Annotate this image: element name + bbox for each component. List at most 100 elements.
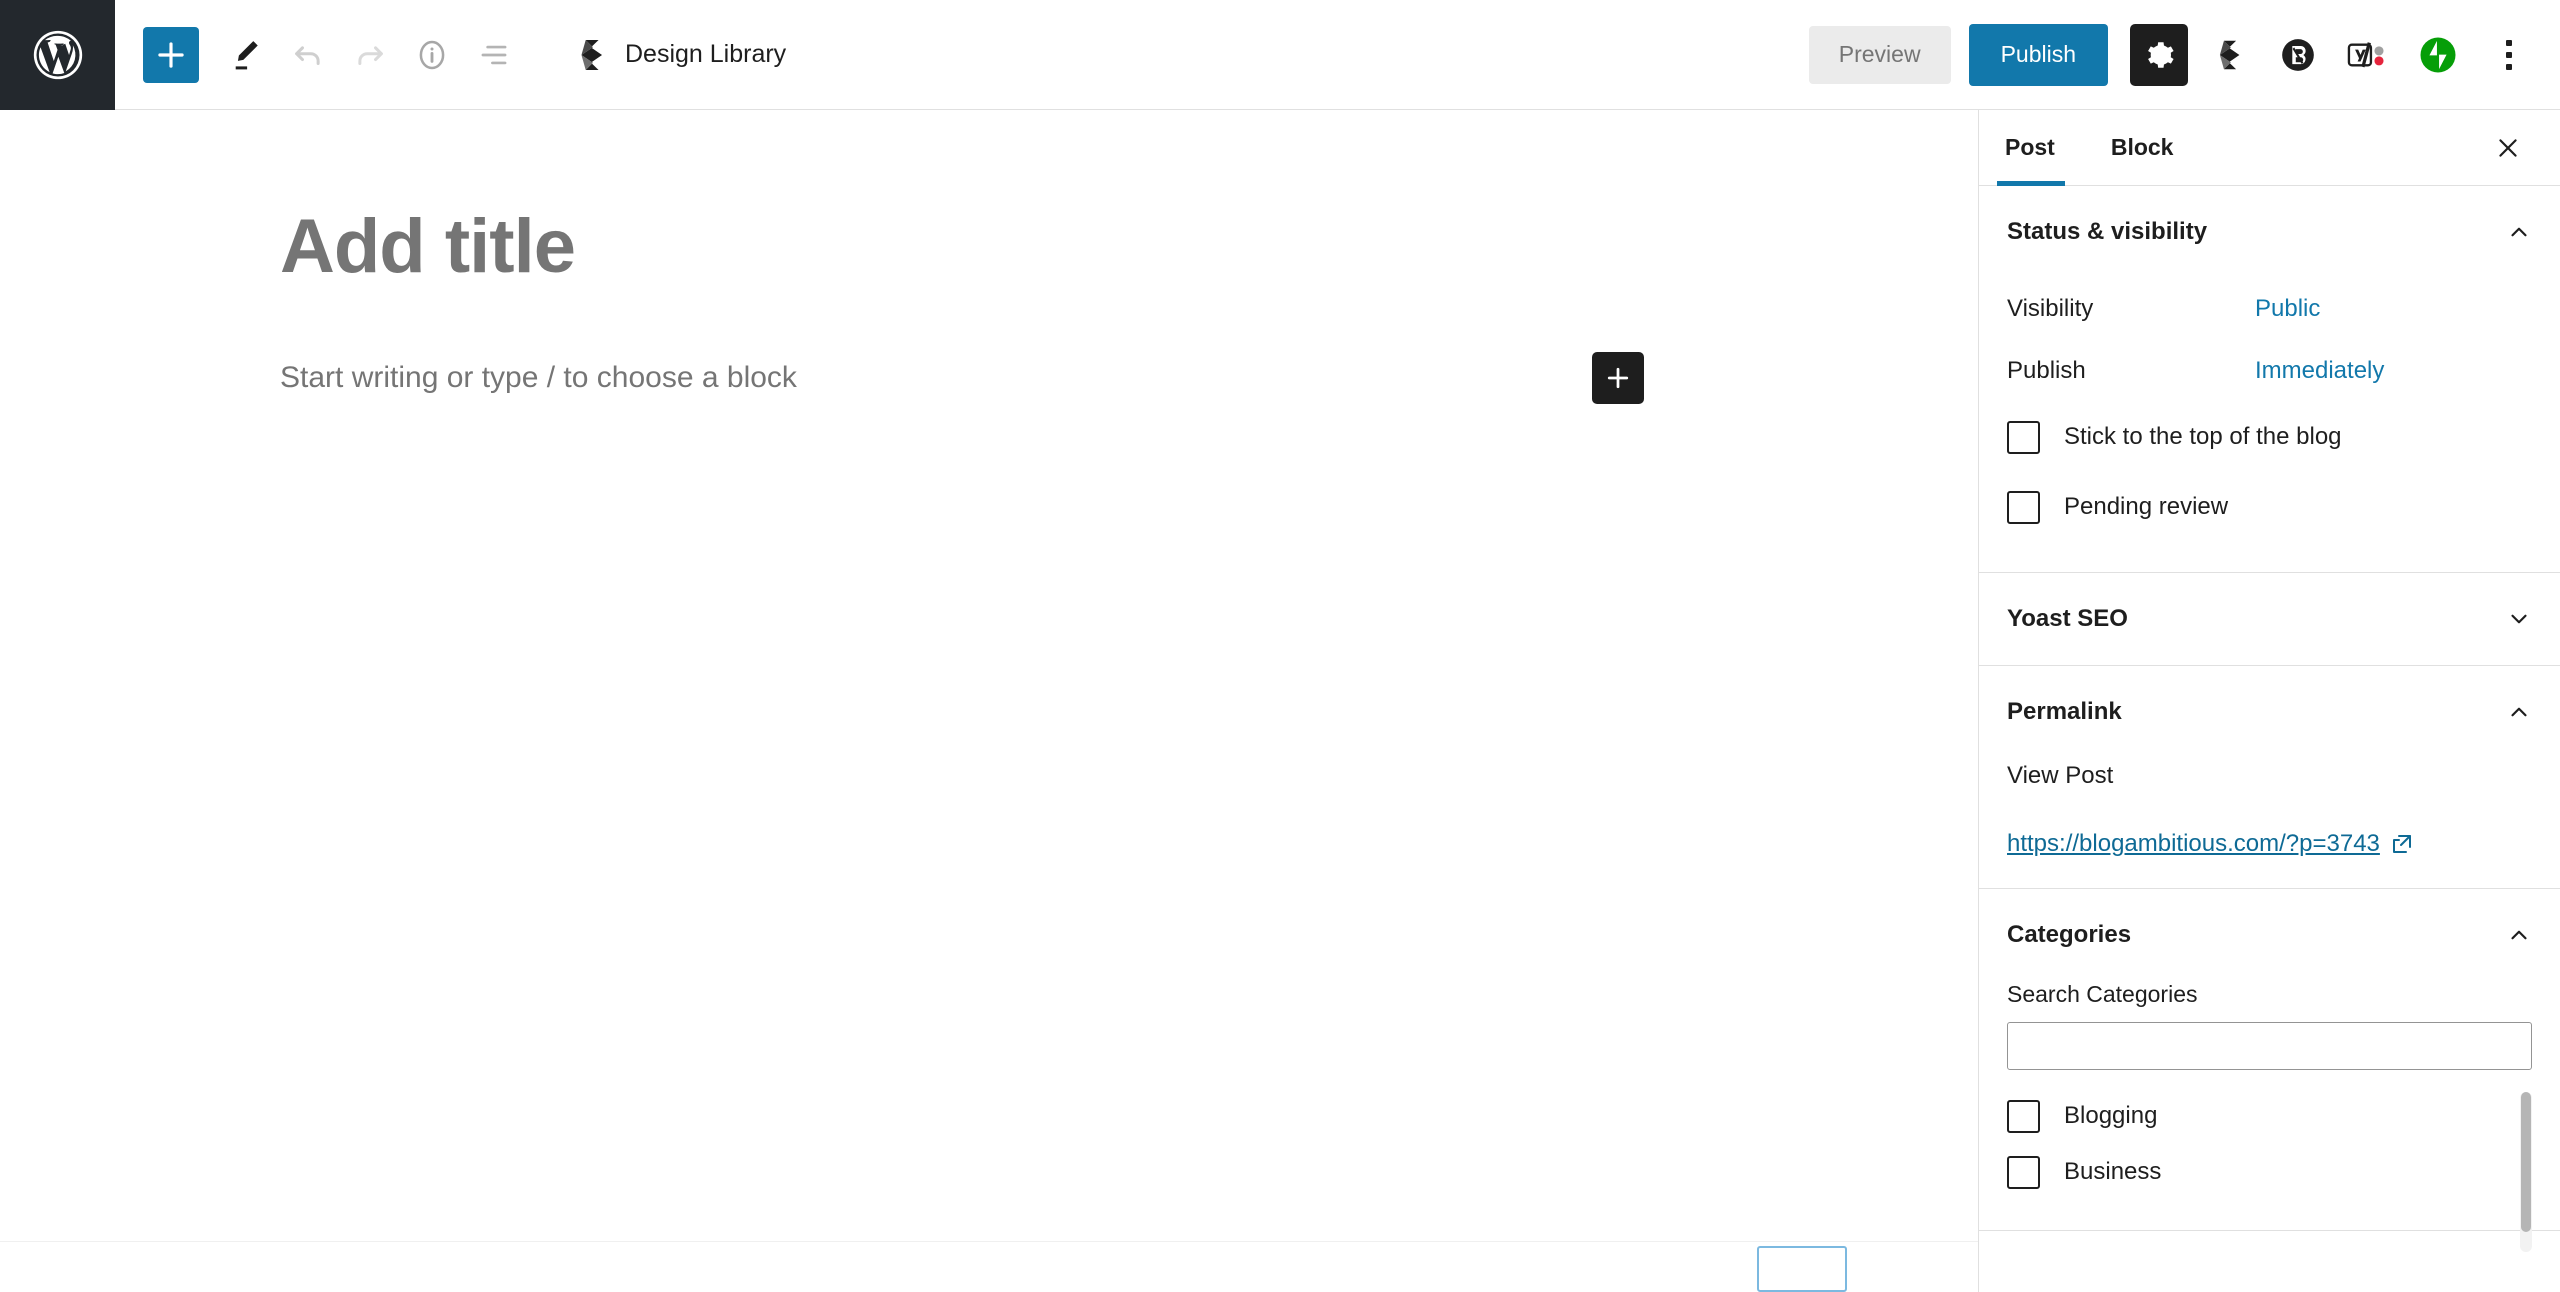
plugin-jetpack-button[interactable] (2408, 25, 2468, 85)
gear-icon (2148, 41, 2174, 68)
blocksy-b-icon (2282, 38, 2314, 71)
design-library-icon (2219, 40, 2240, 69)
wordpress-icon (33, 30, 82, 80)
publish-label: Publish (2007, 357, 2086, 384)
kebab-dot (2506, 39, 2512, 46)
preview-button[interactable]: Preview (1808, 25, 1951, 84)
panel-permalink-body: View Post https://blogambitious.com/?p=3… (1979, 762, 2560, 888)
panel-permalink: Permalink View Post https://blogambitiou… (1979, 666, 2560, 889)
focused-element-outline[interactable] (1757, 1246, 1847, 1292)
panel-status-visibility: Status & visibility Visibility Public Pu… (1979, 186, 2560, 573)
design-library-logo-icon (581, 39, 603, 70)
visibility-row: Visibility Public (2007, 278, 2532, 340)
chevron-up-icon (2511, 227, 2527, 237)
visibility-label: Visibility (2007, 295, 2094, 322)
sticky-post-checkbox[interactable] (2007, 420, 2040, 454)
pending-review-checkbox-row[interactable]: Pending review (2007, 472, 2532, 542)
details-info-button[interactable] (401, 24, 463, 86)
settings-gear-button[interactable] (2130, 23, 2188, 86)
sticky-post-label: Stick to the top of the blog (2064, 423, 2342, 450)
panel-status-visibility-header[interactable]: Status & visibility (1979, 186, 2560, 278)
tab-block[interactable]: Block (2083, 110, 2202, 185)
toolbar-left-group: Design Library (115, 0, 786, 109)
category-checkbox-blogging[interactable] (2007, 1099, 2040, 1133)
plugin-design-library-button[interactable] (2198, 25, 2258, 85)
info-icon (419, 40, 445, 69)
tab-post[interactable]: Post (1979, 110, 2083, 186)
redo-button[interactable] (339, 24, 401, 86)
pencil-icon (235, 40, 258, 69)
panel-categories: Categories Search Categories Blogging Bu… (1979, 889, 2560, 1252)
plugin-blocksy-button[interactable] (2268, 25, 2328, 85)
yoast-icon (2347, 41, 2384, 67)
wordpress-block-editor: Design Library Preview Publish Add title… (0, 0, 2560, 1292)
panel-categories-body: Search Categories Blogging Business (1979, 981, 2560, 1252)
toolbar-right-group: Preview Publish (1808, 0, 2560, 109)
block-inserter-button[interactable] (143, 26, 199, 83)
plugin-yoast-seo-button[interactable] (2338, 25, 2398, 85)
publish-button[interactable]: Publish (1968, 23, 2108, 86)
editor-toolbar: Design Library Preview Publish (0, 0, 2560, 110)
panel-title: Yoast SEO (2007, 605, 2128, 632)
permalink-url-link[interactable]: https://blogambitious.com/?p=3743 (2007, 830, 2414, 858)
inline-add-block-button[interactable] (1592, 351, 1644, 404)
panel-title: Permalink (2007, 698, 2122, 725)
plus-icon (158, 41, 184, 68)
close-icon (2499, 138, 2517, 157)
categories-list: Blogging Business (2007, 1088, 2532, 1252)
publish-row: Publish Immediately (2007, 340, 2532, 402)
post-title-input[interactable]: Add title (280, 205, 1580, 289)
category-label-business: Business (2064, 1158, 2162, 1185)
panel-yoast-seo-header[interactable]: Yoast SEO (1979, 573, 2560, 665)
plus-icon (1607, 367, 1629, 388)
document-title[interactable]: Design Library (571, 36, 786, 74)
sidebar-tabs: Post Block (1979, 110, 2560, 186)
canvas-divider (0, 1241, 1978, 1242)
external-link-icon (2392, 835, 2411, 853)
undo-icon (295, 45, 320, 65)
close-sidebar-button[interactable] (2484, 124, 2532, 172)
sticky-post-checkbox-row[interactable]: Stick to the top of the blog (2007, 402, 2532, 472)
panel-status-visibility-body: Visibility Public Publish Immediately St… (1979, 278, 2560, 572)
panel-title: Categories (2007, 921, 2132, 948)
panel-permalink-header[interactable]: Permalink (1979, 666, 2560, 758)
search-categories-input[interactable] (2007, 1022, 2532, 1070)
chevron-up-icon (2511, 707, 2527, 717)
post-settings-sidebar: Post Block Status & visibility Visibilit… (1978, 110, 2560, 1292)
category-checkbox-business[interactable] (2007, 1155, 2040, 1189)
jetpack-icon (2420, 37, 2456, 72)
category-label-blogging: Blogging (2064, 1102, 2158, 1129)
wordpress-logo-button[interactable] (0, 0, 115, 110)
visibility-value-button[interactable]: Public (2255, 295, 2320, 323)
panel-yoast-seo: Yoast SEO (1979, 573, 2560, 666)
list-view-icon (481, 45, 507, 64)
editor-canvas: Add title Start writing or type / to cho… (0, 110, 1978, 1292)
chevron-up-icon (2511, 930, 2527, 940)
categories-scrollbar-thumb[interactable] (2521, 1092, 2531, 1232)
list-view-button[interactable] (463, 24, 525, 86)
pending-review-checkbox[interactable] (2007, 490, 2040, 524)
redo-icon (358, 45, 383, 65)
category-row-business[interactable]: Business (2007, 1144, 2514, 1200)
editor-body: Add title Start writing or type / to cho… (0, 110, 2560, 1292)
kebab-dot (2506, 51, 2512, 58)
panel-title: Status & visibility (2007, 218, 2208, 245)
more-options-button[interactable] (2482, 25, 2536, 85)
sidebar-scroll-area[interactable]: Status & visibility Visibility Public Pu… (1979, 186, 2560, 1292)
category-row-blogging[interactable]: Blogging (2007, 1088, 2514, 1144)
paragraph-block: Start writing or type / to choose a bloc… (280, 351, 1760, 404)
paragraph-input[interactable]: Start writing or type / to choose a bloc… (280, 361, 1760, 395)
view-post-label: View Post (2007, 762, 2114, 789)
search-categories-label: Search Categories (2007, 981, 2198, 1007)
kebab-dot (2506, 63, 2512, 70)
categories-scrollbar[interactable] (2520, 1092, 2532, 1252)
tools-pencil-button[interactable] (215, 24, 277, 86)
permalink-url-text: https://blogambitious.com/?p=3743 (2007, 830, 2380, 857)
pending-review-label: Pending review (2064, 493, 2229, 520)
chevron-down-icon (2511, 614, 2527, 624)
document-title-label: Design Library (625, 40, 787, 68)
panel-categories-header[interactable]: Categories (1979, 889, 2560, 981)
publish-value-button[interactable]: Immediately (2255, 357, 2384, 385)
undo-button[interactable] (277, 24, 339, 86)
